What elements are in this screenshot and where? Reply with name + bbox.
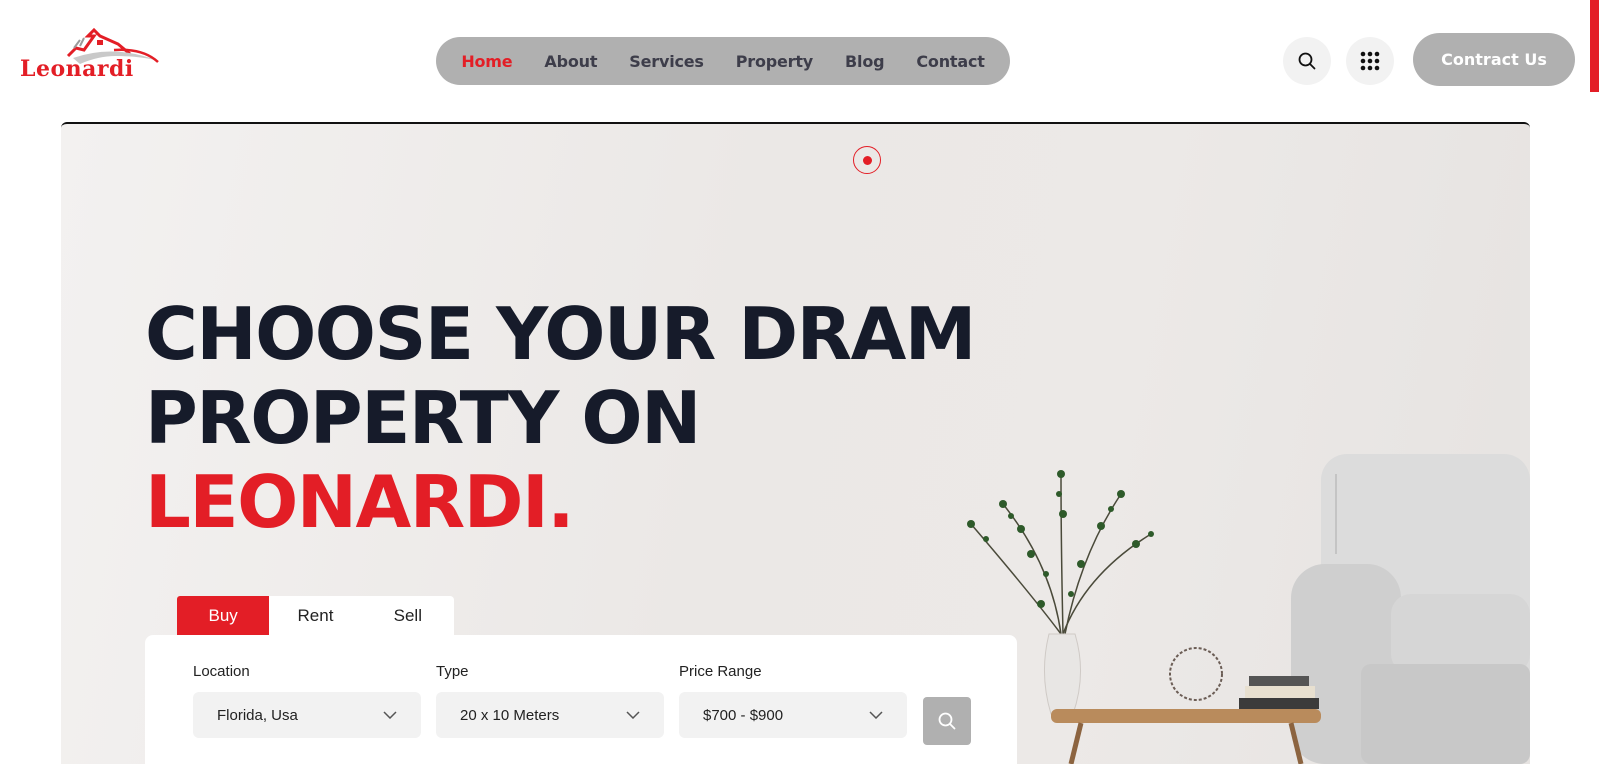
tab-buy[interactable]: Buy xyxy=(177,596,270,636)
brand-name: Leonardi xyxy=(20,56,134,82)
price-range-value: $700 - $900 xyxy=(703,706,784,724)
wire-ball-icon xyxy=(1169,647,1223,701)
nav-item-home[interactable]: Home xyxy=(461,52,512,71)
contract-us-button[interactable]: Contract Us xyxy=(1413,33,1575,86)
vase-icon xyxy=(1044,633,1081,715)
hero-pagination-dot[interactable] xyxy=(853,146,881,174)
brand-logo[interactable]: Leonardi xyxy=(18,26,163,90)
chevron-down-icon xyxy=(626,711,640,719)
nav-item-property[interactable]: Property xyxy=(736,52,813,71)
chevron-down-icon xyxy=(383,711,397,719)
nav-item-contact[interactable]: Contact xyxy=(916,52,985,71)
books-icon xyxy=(1239,676,1319,709)
nav-item-about[interactable]: About xyxy=(544,52,597,71)
plant-icon xyxy=(970,473,1152,635)
tab-sell[interactable]: Sell xyxy=(362,596,454,636)
grid-dots-icon xyxy=(1360,51,1380,71)
location-select[interactable]: Florida, Usa xyxy=(193,692,421,738)
type-select[interactable]: 20 x 10 Meters xyxy=(436,692,664,738)
headline-line-1: CHOOSE YOUR DRAM xyxy=(145,292,976,376)
search-icon xyxy=(1298,52,1316,70)
search-icon xyxy=(938,712,956,730)
header-menu-button[interactable] xyxy=(1346,37,1394,85)
hero-section: CHOOSE YOUR DRAM PROPERTY ON LEONARDI. B… xyxy=(61,122,1530,764)
armchair-icon xyxy=(1291,454,1530,764)
type-label: Type xyxy=(436,663,469,680)
hero-headline: CHOOSE YOUR DRAM PROPERTY ON LEONARDI. xyxy=(145,292,976,544)
nav-item-services[interactable]: Services xyxy=(629,52,704,71)
main-nav: Home About Services Property Blog Contac… xyxy=(436,37,1010,85)
location-label: Location xyxy=(193,663,250,680)
headline-line-3: LEONARDI. xyxy=(145,460,575,544)
chevron-down-icon xyxy=(869,711,883,719)
price-range-label: Price Range xyxy=(679,663,762,680)
headline-line-2: PROPERTY ON xyxy=(145,376,701,460)
property-search-panel: Location Florida, Usa Type 20 x 10 Meter… xyxy=(145,635,1017,764)
location-field: Location Florida, Usa xyxy=(193,663,421,738)
listing-type-tabs: Buy Rent Sell xyxy=(177,596,454,636)
location-value: Florida, Usa xyxy=(217,706,298,724)
search-submit-button[interactable] xyxy=(923,697,971,745)
tab-rent[interactable]: Rent xyxy=(269,596,361,636)
type-field: Type 20 x 10 Meters xyxy=(436,663,664,738)
price-range-field: Price Range $700 - $900 xyxy=(679,663,907,738)
price-range-select[interactable]: $700 - $900 xyxy=(679,692,907,738)
nav-item-blog[interactable]: Blog xyxy=(845,52,885,71)
type-value: 20 x 10 Meters xyxy=(460,706,560,724)
scrollbar-thumb[interactable] xyxy=(1590,0,1599,92)
header-search-button[interactable] xyxy=(1283,37,1331,85)
